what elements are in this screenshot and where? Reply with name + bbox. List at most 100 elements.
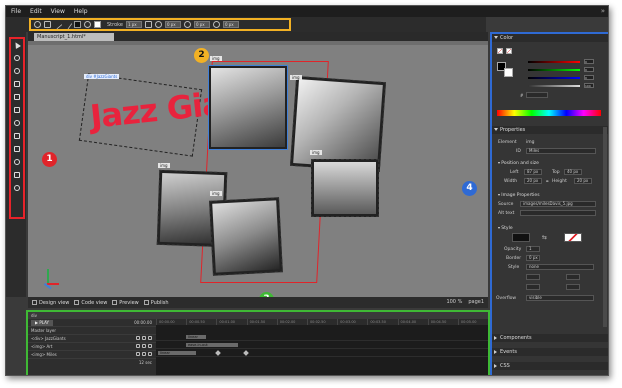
blue-value[interactable]: 0 <box>584 75 594 80</box>
timeline-tracks[interactable]: 00:00.00 00:00.50 00:01.00 00:01.50 00:02.00… <box>156 319 488 375</box>
color-spectrum[interactable] <box>497 110 601 116</box>
lock-icon[interactable] <box>136 352 140 356</box>
overflow-select[interactable]: visible <box>526 295 594 301</box>
design-canvas[interactable]: div #JazzGiants Jazz Gia img img img img… <box>28 41 488 297</box>
lock-icon[interactable] <box>136 336 140 340</box>
eye-icon[interactable] <box>142 336 146 340</box>
corner-radius-c[interactable] <box>526 284 540 290</box>
color-section-header[interactable]: Color <box>492 34 608 42</box>
height-input[interactable]: 20 px <box>574 178 592 184</box>
corner-icon[interactable] <box>144 21 152 28</box>
layer-row[interactable]: <img> Art <box>28 343 156 351</box>
ella-image[interactable] <box>289 75 387 173</box>
style-header[interactable]: Style <box>498 225 512 231</box>
tween-bar[interactable]: ease-in-out <box>186 343 238 347</box>
image-properties-header[interactable]: Image Properties <box>498 192 539 198</box>
fill-bucket-icon[interactable] <box>84 21 91 28</box>
top-input[interactable]: 40 px <box>564 169 582 175</box>
menu-file[interactable]: File <box>11 8 21 15</box>
document-tab[interactable]: Manuscript_1.html* <box>34 33 114 41</box>
pen-tool-icon[interactable] <box>62 19 73 30</box>
properties-section-header[interactable]: Properties <box>492 126 608 134</box>
alt-text-input[interactable] <box>520 210 596 216</box>
border-input[interactable]: 0 px <box>526 255 540 261</box>
tween-bar[interactable]: linear <box>158 351 196 355</box>
id-input[interactable]: Miles <box>526 148 596 154</box>
arrow-select-icon[interactable] <box>12 40 22 50</box>
fill-color-swatch[interactable] <box>74 21 81 28</box>
rotate-icon[interactable] <box>14 68 20 74</box>
style-color-swatch[interactable] <box>512 233 530 242</box>
keyframe[interactable] <box>243 350 249 356</box>
eye-icon[interactable] <box>142 344 146 348</box>
transform-icon[interactable] <box>14 55 20 61</box>
play-button[interactable]: ▶ PLAY <box>31 320 53 326</box>
zoom-icon[interactable] <box>14 185 20 191</box>
miles-image[interactable] <box>208 65 288 150</box>
opacity-input[interactable]: 1 <box>526 246 540 252</box>
eye-icon[interactable] <box>142 352 146 356</box>
hex-input[interactable] <box>526 92 548 98</box>
no-fill-swatch[interactable] <box>497 48 503 54</box>
corner-radius-b[interactable] <box>566 274 580 280</box>
radius-input-b[interactable]: 0 px <box>193 21 210 28</box>
red-slider[interactable] <box>528 61 580 63</box>
corner-radius-d[interactable] <box>566 284 580 290</box>
blue-slider[interactable] <box>528 77 580 79</box>
loop-icon[interactable] <box>148 336 152 340</box>
layer-row[interactable]: <div> JazzGiants <box>28 335 156 343</box>
select-tool-icon[interactable] <box>34 21 41 28</box>
keyframe[interactable] <box>215 350 221 356</box>
radius-input-a[interactable]: 0 px <box>164 21 181 28</box>
stroke-color-swatch[interactable] <box>94 21 101 28</box>
red-value[interactable]: 0 <box>584 59 594 64</box>
loop-icon[interactable] <box>148 352 152 356</box>
stroke-width-input[interactable]: 1 px <box>125 21 142 28</box>
no-stroke-swatch[interactable] <box>506 48 512 54</box>
corner-radius-a[interactable] <box>526 274 540 280</box>
stroke-style-swatch[interactable] <box>564 233 582 242</box>
bucket-icon[interactable] <box>14 133 20 139</box>
alpha-slider[interactable] <box>528 85 580 87</box>
image-icon[interactable] <box>14 107 20 113</box>
collapse-panels-icon[interactable]: » <box>601 7 605 15</box>
design-view-button[interactable]: Design view <box>32 300 69 306</box>
radius-b-icon[interactable] <box>183 21 191 28</box>
radius-input-c[interactable]: 0 px <box>222 21 239 28</box>
trumpet-image[interactable] <box>209 197 283 276</box>
preview-button[interactable]: Preview <box>112 300 139 306</box>
lock-icon[interactable] <box>136 344 140 348</box>
source-input[interactable]: images/milesDavis_5.jpg <box>520 201 596 207</box>
panel-scrollbar[interactable] <box>603 127 607 327</box>
left-input[interactable]: 87 px <box>524 169 542 175</box>
rectangle-icon[interactable] <box>14 81 20 87</box>
green-slider[interactable] <box>528 69 580 71</box>
stroke-swatch[interactable] <box>504 68 513 77</box>
width-input[interactable]: 20 px <box>524 178 542 184</box>
rectangle-tool-icon[interactable] <box>44 21 51 28</box>
events-section-header[interactable]: Events <box>492 348 608 356</box>
line-tool-icon[interactable] <box>52 19 63 30</box>
components-section-header[interactable]: Components <box>492 334 608 342</box>
tween-bar[interactable]: linear <box>186 335 206 339</box>
code-view-button[interactable]: Code view <box>74 300 107 306</box>
css-section-header[interactable]: CSS <box>492 362 608 370</box>
radius-icon[interactable] <box>154 21 162 28</box>
green-value[interactable]: 0 <box>584 67 594 72</box>
trio-image[interactable] <box>311 159 379 217</box>
menu-help[interactable]: Help <box>74 8 88 15</box>
eyedropper-icon[interactable] <box>14 159 20 165</box>
page-indicator[interactable]: page1 <box>468 299 484 305</box>
link-icon[interactable]: ⚭ <box>545 179 549 185</box>
style-select[interactable]: none <box>526 264 594 270</box>
pen-icon[interactable] <box>14 146 20 152</box>
loop-icon[interactable] <box>148 344 152 348</box>
alpha-value[interactable]: 100 <box>584 83 594 88</box>
position-size-header[interactable]: Position and size <box>498 160 539 166</box>
hand-icon[interactable] <box>14 172 20 178</box>
layer-row[interactable]: <img> Miles <box>28 351 156 359</box>
text-box-icon[interactable] <box>14 94 20 100</box>
swap-icon[interactable]: ⇆ <box>542 234 547 241</box>
menu-edit[interactable]: Edit <box>30 8 42 15</box>
master-layer-row[interactable]: Master layer <box>28 327 156 335</box>
